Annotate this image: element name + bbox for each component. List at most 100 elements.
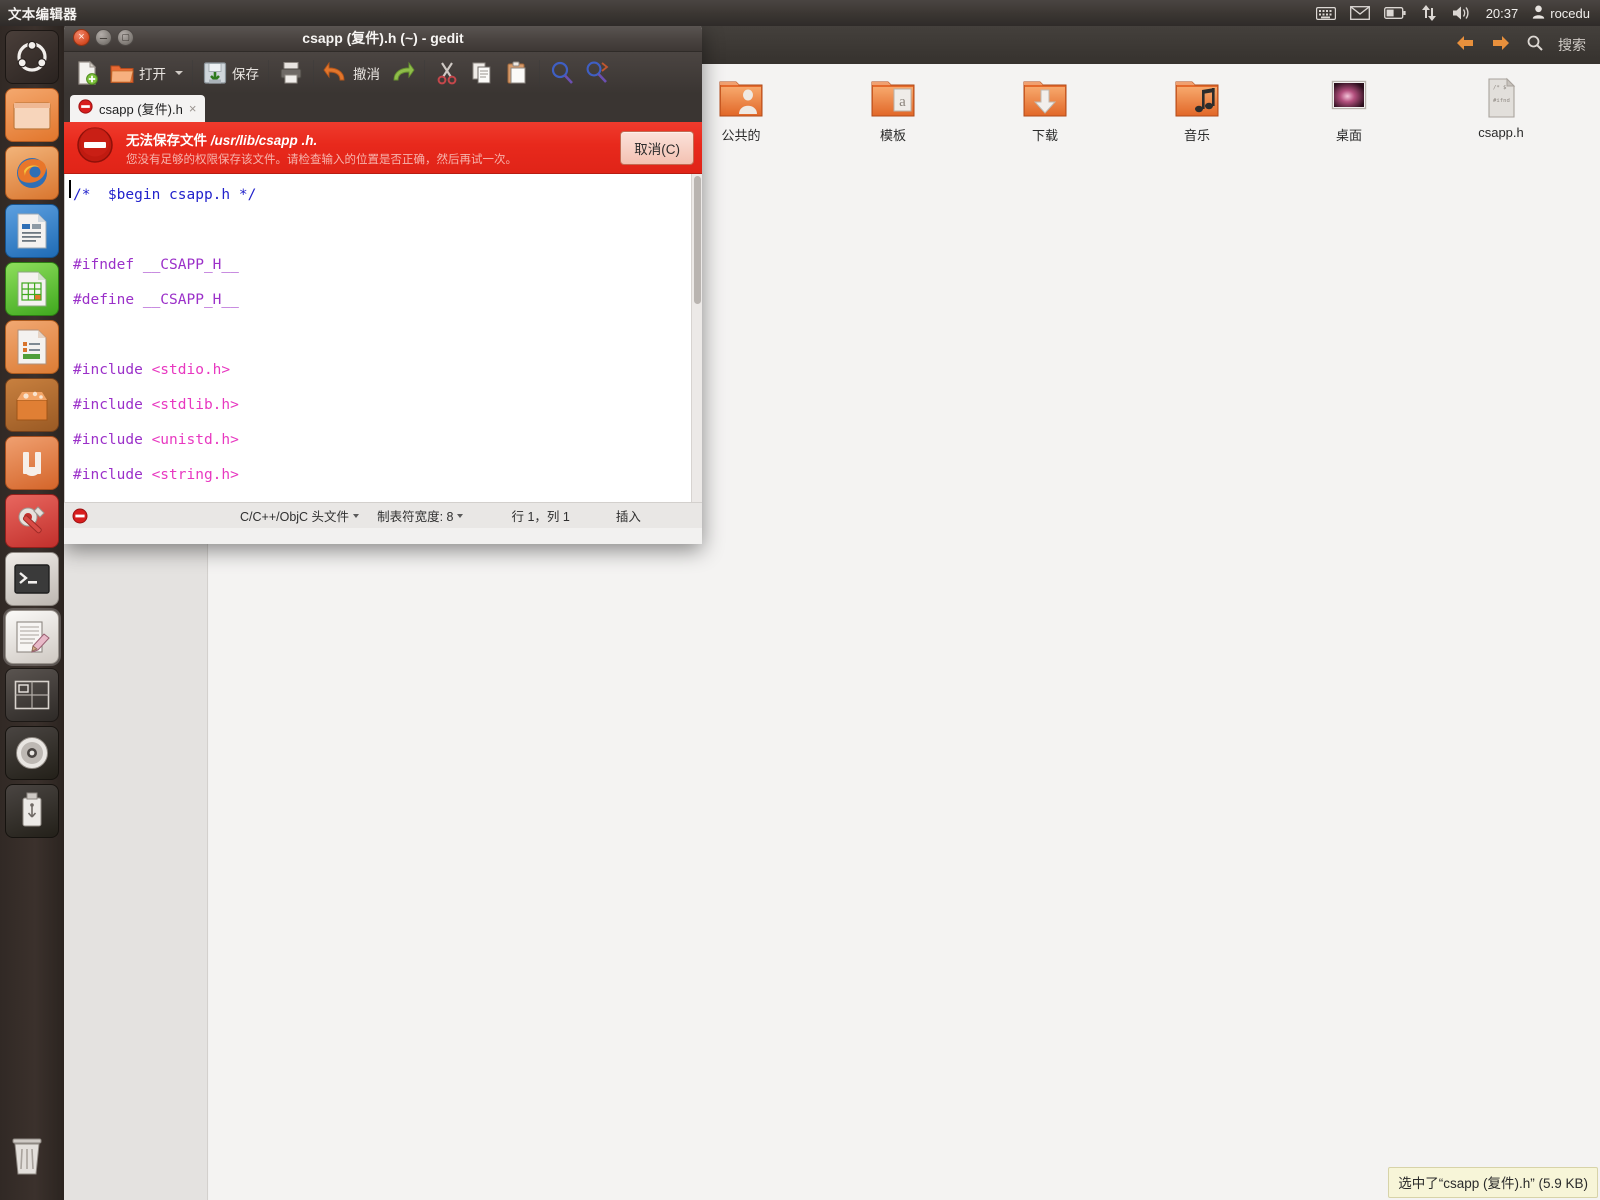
desktop-icon-label: 公共的: [721, 128, 761, 143]
editor-scrollbar[interactable]: [691, 174, 702, 502]
gedit-tabbar: csapp (复件).h ×: [64, 94, 702, 122]
maximize-button[interactable]: ▢: [117, 29, 134, 46]
cursor-position: 行 1，列 1: [511, 510, 570, 524]
error-stop-icon: [76, 126, 114, 169]
save-error-infobar: 无法保存文件 /usr/lib/csapp .h. 您没有足够的权限保存该文件。…: [64, 122, 702, 174]
launcher-item-libreoffice-writer[interactable]: [5, 204, 59, 258]
desktop-icon-label: 下载: [1031, 128, 1058, 143]
error-stop-icon: [78, 98, 93, 119]
launcher-item-files[interactable]: [5, 88, 59, 142]
open-button[interactable]: 打开: [105, 55, 170, 91]
launcher-item-ubuntu-dash[interactable]: [5, 30, 59, 84]
desktop-icon[interactable]: /* $ #ifnd csapp.h: [1425, 72, 1577, 149]
desktop-icon-label: 模板: [879, 128, 906, 143]
code-token: <stdlib.h>: [151, 397, 239, 413]
desktop-icon-label: 音乐: [1183, 128, 1210, 143]
tab-label: csapp (复件).h: [99, 102, 183, 117]
launcher-item-usb-drive[interactable]: [5, 784, 59, 838]
launcher-item-software-center[interactable]: [5, 378, 59, 432]
launcher-item-libreoffice-calc[interactable]: [5, 262, 59, 316]
launcher-item-terminal[interactable]: [5, 552, 59, 606]
redo-button[interactable]: [385, 55, 419, 91]
panel-app-name[interactable]: 文本编辑器: [8, 3, 77, 23]
battery-icon[interactable]: [1383, 7, 1406, 19]
launcher-item-gedit[interactable]: [5, 610, 59, 664]
volume-icon[interactable]: [1452, 5, 1472, 21]
code-token: <unistd.h>: [151, 432, 239, 448]
copy-button[interactable]: [465, 55, 499, 91]
code-editor[interactable]: /* $begin csapp.h */ #ifndef __CSAPP_H__ #…: [64, 174, 702, 502]
undo-label: 撤消: [353, 67, 380, 82]
folder-templates-icon: a: [868, 76, 918, 120]
mail-icon[interactable]: [1349, 6, 1370, 20]
clock[interactable]: 20:37: [1486, 6, 1519, 21]
code-line-list: /* $begin csapp.h */ #ifndef __CSAPP_H__ #…: [69, 178, 702, 502]
save-button[interactable]: 保存: [198, 55, 263, 91]
chevron-down-icon: [457, 513, 464, 518]
scrollbar-thumb[interactable]: [694, 176, 701, 304]
user-avatar-icon: [1532, 5, 1545, 22]
tab-csapp-copy[interactable]: csapp (复件).h ×: [70, 95, 206, 122]
keyboard-icon[interactable]: [1315, 6, 1336, 20]
window-title: csapp (复件).h (~) - gedit: [302, 29, 464, 46]
toolbar-separator: [313, 60, 314, 86]
desktop-icon[interactable]: 音乐: [1121, 72, 1273, 149]
infobar-text-block: 无法保存文件 /usr/lib/csapp .h. 您没有足够的权限保存该文件。…: [126, 129, 608, 167]
launcher-item-trash[interactable]: [5, 1132, 59, 1186]
tab-width-label: 制表符宽度: 8: [377, 510, 454, 524]
cancel-button[interactable]: 取消(C): [620, 130, 694, 165]
open-label: 打开: [139, 67, 166, 82]
code-line: #ifndef __CSAPP_H__: [73, 257, 239, 273]
find-button[interactable]: [545, 55, 579, 91]
chevron-down-icon: [353, 513, 360, 518]
minimize-button[interactable]: –: [95, 29, 112, 46]
code-line: /* $begin csapp.h */: [73, 187, 257, 203]
error-stop-icon: [72, 508, 88, 524]
paste-button[interactable]: [500, 55, 534, 91]
gedit-toolbar: 打开 保存 撤消: [64, 52, 702, 94]
desktop-icon[interactable]: 下载: [969, 72, 1121, 149]
launcher-item-ubuntu-one[interactable]: [5, 436, 59, 490]
user-menu[interactable]: rocedu: [1532, 5, 1590, 22]
search-icon[interactable]: [1526, 34, 1544, 57]
desktop-icon[interactable]: 桌面: [1273, 72, 1425, 149]
network-icon[interactable]: [1420, 5, 1438, 21]
cut-button[interactable]: [430, 55, 464, 91]
save-label: 保存: [232, 67, 259, 82]
gedit-window[interactable]: × – ▢ csapp (复件).h (~) - gedit 打开 保存 撤消 …: [64, 24, 702, 544]
launcher-item-workspace-switcher[interactable]: [5, 668, 59, 722]
close-icon[interactable]: ×: [189, 101, 197, 116]
back-icon[interactable]: [1454, 34, 1476, 57]
text-file-icon: /* $ #ifnd: [1476, 76, 1526, 120]
launcher-item-libreoffice-impress[interactable]: [5, 320, 59, 374]
text-cursor: [69, 180, 71, 198]
tab-width-selector[interactable]: 制表符宽度: 8: [377, 506, 464, 525]
print-button[interactable]: [274, 55, 308, 91]
language-selector[interactable]: C/C++/ObjC 头文件: [240, 506, 360, 525]
open-dropdown-button[interactable]: [171, 55, 187, 91]
launcher-item-firefox[interactable]: [5, 146, 59, 200]
infobar-primary-prefix: 无法保存文件: [126, 132, 211, 148]
replace-button[interactable]: [580, 55, 614, 91]
code-token: <string.h>: [151, 467, 239, 483]
search-label[interactable]: 搜索: [1558, 35, 1586, 55]
launcher-item-system-settings[interactable]: [5, 494, 59, 548]
desktop-icon-label: 桌面: [1335, 128, 1362, 143]
undo-button[interactable]: 撤消: [319, 55, 384, 91]
code-line: #include <string.h>: [69, 458, 702, 493]
desktop-icon[interactable]: a 模板: [817, 72, 969, 149]
folder-public-icon: [716, 76, 766, 120]
new-file-button[interactable]: [70, 55, 104, 91]
close-button[interactable]: ×: [73, 29, 90, 46]
infobar-primary-text: 无法保存文件 /usr/lib/csapp .h.: [126, 129, 608, 149]
code-line: #include <ctype.h>: [69, 493, 702, 502]
forward-icon[interactable]: [1490, 34, 1512, 57]
language-label: C/C++/ObjC 头文件: [240, 510, 350, 524]
launcher-item-disc-drive[interactable]: [5, 726, 59, 780]
gedit-statusbar: C/C++/ObjC 头文件 制表符宽度: 8 行 1，列 1 插入: [64, 502, 702, 528]
code-line: #define __CSAPP_H__: [73, 292, 239, 308]
svg-text:/* $: /* $: [1493, 85, 1507, 91]
gedit-titlebar[interactable]: × – ▢ csapp (复件).h (~) - gedit: [64, 24, 702, 52]
code-line: #include <stdio.h>: [69, 353, 702, 388]
